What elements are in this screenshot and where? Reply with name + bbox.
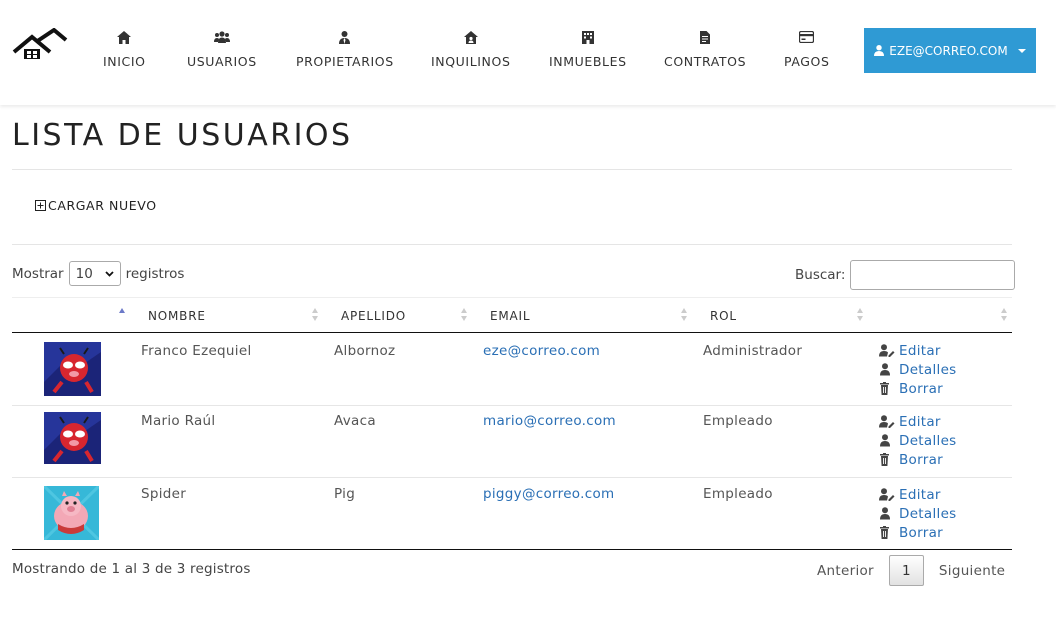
page-length-select[interactable]: 10 bbox=[68, 261, 121, 286]
building-icon bbox=[549, 31, 627, 47]
credit-card-icon bbox=[784, 31, 830, 47]
house-logo-icon[interactable] bbox=[12, 27, 68, 60]
divider bbox=[12, 244, 1012, 245]
plus-square-icon bbox=[35, 200, 46, 211]
nav-label: PAGOS bbox=[784, 54, 830, 69]
search-input[interactable] bbox=[850, 260, 1016, 290]
table-header: NOMBRE APELLIDO EMAIL ROL bbox=[12, 297, 1012, 333]
sort-icon bbox=[1001, 308, 1009, 322]
pig-avatar bbox=[44, 486, 99, 540]
caret-down-icon bbox=[1017, 48, 1026, 53]
show-suffix-label: registros bbox=[125, 265, 185, 282]
user-icon bbox=[880, 434, 890, 447]
cell-rol: Administrador bbox=[703, 343, 803, 359]
table-row: Franco Ezequiel Albornoz eze@correo.com … bbox=[12, 333, 1012, 406]
column-header-rol[interactable]: ROL bbox=[710, 298, 865, 333]
nav-pagos[interactable]: PAGOS bbox=[784, 31, 830, 69]
edit-link[interactable]: Editar bbox=[879, 341, 957, 360]
sort-ascending-icon bbox=[119, 308, 127, 322]
column-header-actions[interactable] bbox=[880, 298, 1012, 333]
nav-usuarios[interactable]: USUARIOS bbox=[187, 31, 257, 69]
home-icon bbox=[103, 31, 146, 47]
cell-email-link[interactable]: eze@correo.com bbox=[483, 343, 600, 359]
trash-icon bbox=[880, 382, 889, 395]
table-row: Mario Raúl Avaca mario@correo.com Emplea… bbox=[12, 406, 1012, 478]
cell-email-link[interactable]: piggy@correo.com bbox=[483, 486, 614, 502]
row-actions: Editar Detalles Borrar bbox=[879, 341, 957, 398]
user-edit-icon bbox=[879, 488, 895, 501]
house-user-icon bbox=[431, 31, 511, 47]
edit-link[interactable]: Editar bbox=[879, 412, 957, 431]
divider bbox=[12, 169, 1012, 170]
cell-rol: Empleado bbox=[703, 486, 773, 502]
details-link[interactable]: Detalles bbox=[879, 504, 957, 523]
column-header-email[interactable]: EMAIL bbox=[490, 298, 690, 333]
user-edit-icon bbox=[879, 415, 895, 428]
row-actions: Editar Detalles Borrar bbox=[879, 485, 957, 542]
page-title: LISTA DE USUARIOS bbox=[12, 118, 353, 153]
cell-apellido: Avaca bbox=[334, 413, 376, 429]
row-actions: Editar Detalles Borrar bbox=[879, 412, 957, 469]
cell-nombre: Franco Ezequiel bbox=[141, 343, 252, 359]
spider-ham-avatar bbox=[44, 412, 101, 464]
search-control: Buscar: bbox=[795, 260, 1016, 290]
sort-icon bbox=[312, 308, 320, 322]
user-icon bbox=[880, 507, 890, 520]
user-icon bbox=[874, 45, 885, 56]
details-link[interactable]: Detalles bbox=[879, 360, 957, 379]
cell-nombre: Mario Raúl bbox=[141, 413, 216, 429]
cell-rol: Empleado bbox=[703, 413, 773, 429]
nav-label: INICIO bbox=[103, 54, 146, 69]
chevron-down-icon bbox=[104, 270, 114, 277]
next-page-button[interactable]: Siguiente bbox=[924, 556, 1020, 586]
column-header-image[interactable] bbox=[12, 298, 139, 333]
delete-link[interactable]: Borrar bbox=[879, 450, 957, 469]
table-info: Mostrando de 1 al 3 de 3 registros bbox=[12, 561, 251, 577]
page-length-value: 10 bbox=[75, 265, 93, 282]
top-navbar: INICIO USUARIOS PROPIETARIOS INQUILINOS … bbox=[0, 0, 1056, 105]
search-label: Buscar: bbox=[795, 267, 846, 283]
nav-inicio[interactable]: INICIO bbox=[103, 31, 146, 69]
users-icon bbox=[187, 31, 257, 47]
table-row: Spider Pig piggy@correo.com Empleado Edi… bbox=[12, 478, 1012, 550]
sort-icon bbox=[681, 308, 689, 322]
user-email-label: EZE@CORREO.COM bbox=[889, 43, 1008, 58]
sort-icon bbox=[461, 308, 469, 322]
user-edit-icon bbox=[879, 344, 895, 357]
nav-label: INQUILINOS bbox=[431, 54, 511, 69]
add-new-label: CARGAR NUEVO bbox=[48, 198, 157, 213]
trash-icon bbox=[880, 526, 889, 539]
nav-propietarios[interactable]: PROPIETARIOS bbox=[296, 31, 394, 69]
nav-label: INMUEBLES bbox=[549, 54, 627, 69]
column-header-apellido[interactable]: APELLIDO bbox=[341, 298, 471, 333]
show-prefix-label: Mostrar bbox=[12, 265, 64, 282]
delete-link[interactable]: Borrar bbox=[879, 379, 957, 398]
column-header-nombre[interactable]: NOMBRE bbox=[148, 298, 323, 333]
nav-label: CONTRATOS bbox=[664, 54, 747, 69]
file-contract-icon bbox=[664, 31, 746, 47]
nav-inmuebles[interactable]: INMUEBLES bbox=[549, 31, 627, 69]
page-length-control: Mostrar 10 registros bbox=[12, 261, 184, 286]
cell-nombre: Spider bbox=[141, 486, 187, 502]
edit-link[interactable]: Editar bbox=[879, 485, 957, 504]
nav-inquilinos[interactable]: INQUILINOS bbox=[431, 31, 511, 69]
spider-ham-avatar bbox=[44, 342, 101, 396]
sort-icon bbox=[857, 308, 865, 322]
add-new-button[interactable]: CARGAR NUEVO bbox=[35, 198, 157, 213]
user-icon bbox=[880, 363, 890, 376]
cell-apellido: Pig bbox=[334, 486, 356, 502]
user-menu-button[interactable]: EZE@CORREO.COM bbox=[864, 28, 1036, 73]
nav-label: PROPIETARIOS bbox=[296, 54, 394, 69]
details-link[interactable]: Detalles bbox=[879, 431, 957, 450]
nav-contratos[interactable]: CONTRATOS bbox=[664, 31, 746, 69]
delete-link[interactable]: Borrar bbox=[879, 523, 957, 542]
trash-icon bbox=[880, 453, 889, 466]
user-tie-icon bbox=[296, 31, 394, 47]
cell-apellido: Albornoz bbox=[334, 343, 396, 359]
previous-page-button[interactable]: Anterior bbox=[802, 556, 889, 586]
pagination: Anterior 1 Siguiente bbox=[802, 555, 1020, 586]
cell-email-link[interactable]: mario@correo.com bbox=[483, 413, 616, 429]
page-1-button[interactable]: 1 bbox=[888, 555, 924, 586]
nav-label: USUARIOS bbox=[187, 54, 257, 69]
